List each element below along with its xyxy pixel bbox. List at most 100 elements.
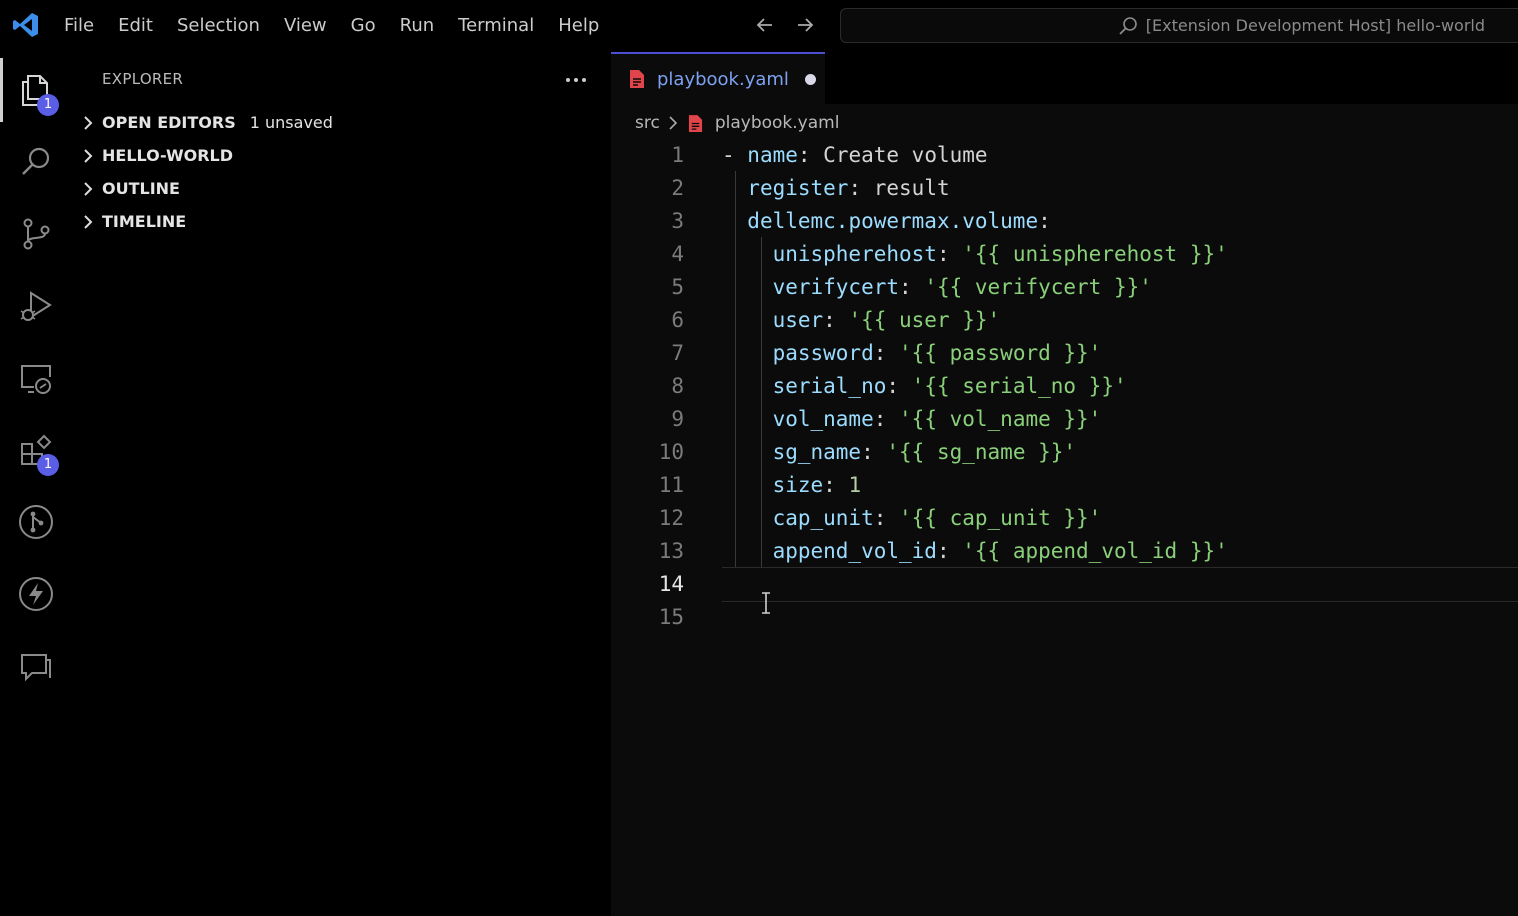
activity-remote-explorer[interactable] — [0, 342, 72, 414]
code-line[interactable]: 12 cap_unit: '{{ cap_unit }}' — [611, 501, 1518, 534]
code-line[interactable]: 11 size: 1 — [611, 468, 1518, 501]
breadcrumb: src playbook.yaml — [635, 108, 839, 138]
menu-go[interactable]: Go — [339, 0, 388, 52]
yaml-sep: : — [1038, 208, 1051, 233]
section-label: TIMELINE — [102, 212, 187, 231]
yaml-sep: : — [797, 142, 824, 167]
yaml-val: '{{ password }}' — [899, 340, 1102, 365]
activity-bar: 1 1 — [0, 52, 72, 916]
chevron-right-icon — [669, 116, 677, 130]
yaml-dash — [722, 473, 773, 497]
code-text: user: '{{ user }}' — [722, 307, 1001, 332]
navigation-controls — [752, 12, 818, 38]
yaml-key: serial_no — [772, 373, 887, 398]
activity-explorer[interactable]: 1 — [0, 54, 72, 126]
code-text: dellemc.powermax.volume: — [722, 208, 1051, 233]
code-text: vol_name: '{{ vol_name }}' — [722, 406, 1102, 431]
chevron-right-icon — [84, 214, 93, 229]
code-text: serial_no: '{{ serial_no }}' — [722, 374, 1127, 398]
code-line[interactable]: 2 register: result — [611, 171, 1518, 204]
line-number: 3 — [671, 208, 684, 233]
yaml-file-icon — [688, 114, 702, 132]
yaml-dash — [722, 341, 773, 365]
yaml-val: '{{ vol_name }}' — [899, 406, 1102, 431]
menu-view[interactable]: View — [272, 0, 339, 52]
yaml-val: '{{ cap_unit }}' — [899, 505, 1102, 530]
yaml-val: '{{ unispherehost }}' — [962, 241, 1228, 266]
forward-arrow-icon[interactable] — [792, 12, 818, 38]
section-open-editors[interactable]: OPEN EDITORS 1 unsaved — [80, 106, 333, 139]
activity-git-graph[interactable] — [0, 486, 72, 558]
editor-tabs: playbook.yaml — [611, 52, 1518, 104]
section-timeline[interactable]: TIMELINE — [80, 205, 186, 238]
yaml-key: verifycert — [772, 274, 900, 299]
line-number: 1 — [671, 142, 684, 167]
yaml-val: 1 — [848, 472, 862, 497]
chevron-right-icon — [84, 148, 93, 163]
menu-file[interactable]: File — [52, 0, 106, 52]
code-line[interactable]: 3 dellemc.powermax.volume: — [611, 204, 1518, 237]
line-number: 15 — [658, 604, 684, 629]
yaml-key: vol_name — [772, 406, 874, 431]
code-editor[interactable]: 1 - name: Create volume 2 register: result… — [611, 138, 1518, 633]
code-line[interactable]: 15 — [611, 600, 1518, 633]
remote-explorer-icon — [21, 365, 51, 394]
yaml-dash — [722, 209, 747, 233]
run-debug-icon — [20, 291, 52, 321]
menu-selection[interactable]: Selection — [165, 0, 272, 52]
yaml-key: password — [772, 340, 874, 365]
menu-terminal[interactable]: Terminal — [446, 0, 546, 52]
code-line[interactable]: 1 - name: Create volume — [611, 138, 1518, 171]
unsaved-count: 1 unsaved — [249, 113, 333, 132]
back-arrow-icon[interactable] — [752, 12, 778, 38]
section-label: HELLO-WORLD — [102, 146, 234, 165]
yaml-key: unispherehost — [772, 241, 937, 266]
unsaved-dot-icon[interactable] — [804, 73, 816, 85]
breadcrumb-file[interactable]: playbook.yaml — [715, 113, 840, 133]
yaml-sep: : — [886, 373, 912, 398]
menu-edit[interactable]: Edit — [106, 0, 165, 52]
yaml-val: '{{ sg_name }}' — [886, 439, 1077, 464]
line-number: 12 — [658, 505, 684, 530]
search-icon — [22, 147, 50, 175]
yaml-sep: : — [848, 175, 874, 200]
chevron-right-icon — [84, 181, 93, 196]
activity-comments[interactable] — [0, 630, 72, 702]
line-number: 4 — [671, 241, 684, 266]
sidebar-title: EXPLORER — [102, 70, 184, 88]
code-line[interactable]: 6 user: '{{ user }}' — [611, 303, 1518, 336]
search-icon — [1119, 16, 1137, 35]
code-line[interactable]: 14 — [611, 567, 1518, 602]
activity-extensions[interactable]: 1 — [0, 414, 72, 486]
code-line[interactable]: 10 sg_name: '{{ sg_name }}' — [611, 435, 1518, 468]
yaml-dash: - — [722, 142, 748, 167]
tab-label: playbook.yaml — [657, 68, 789, 90]
more-actions-icon[interactable] — [562, 66, 590, 94]
activity-search[interactable] — [0, 126, 72, 198]
code-line[interactable]: 9 vol_name: '{{ vol_name }}' — [611, 402, 1518, 435]
line-number: 11 — [658, 472, 684, 497]
menu-run[interactable]: Run — [388, 0, 447, 52]
code-line[interactable]: 4 unispherehost: '{{ unispherehost }}' — [611, 237, 1518, 270]
code-line[interactable]: 5 verifycert: '{{ verifycert }}' — [611, 270, 1518, 303]
code-text: size: 1 — [722, 472, 862, 497]
menu-help[interactable]: Help — [546, 0, 611, 52]
line-number: 5 — [671, 274, 684, 299]
yaml-dash — [722, 539, 773, 563]
breadcrumb-folder[interactable]: src — [635, 113, 660, 133]
activity-power[interactable] — [0, 558, 72, 630]
command-center[interactable]: [Extension Development Host] hello-world — [840, 8, 1518, 43]
code-line[interactable]: 8 serial_no: '{{ serial_no }}' — [611, 369, 1518, 402]
yaml-sep: : — [823, 307, 849, 332]
tab-playbook-yaml[interactable]: playbook.yaml — [611, 52, 825, 104]
explorer-sidebar: EXPLORER OPEN EDITORS 1 unsaved HELLO-WO… — [72, 52, 611, 916]
code-line[interactable]: 7 password: '{{ password }}' — [611, 336, 1518, 369]
code-text: password: '{{ password }}' — [722, 340, 1102, 365]
activity-run-debug[interactable] — [0, 270, 72, 342]
yaml-val: '{{ serial_no }}' — [911, 373, 1127, 398]
code-line[interactable]: 13 append_vol_id: '{{ append_vol_id }}' — [611, 534, 1518, 567]
activity-source-control[interactable] — [0, 198, 72, 270]
section-outline[interactable]: OUTLINE — [80, 172, 180, 205]
section-hello-world[interactable]: HELLO-WORLD — [80, 139, 233, 172]
git-graph-icon — [19, 505, 53, 539]
